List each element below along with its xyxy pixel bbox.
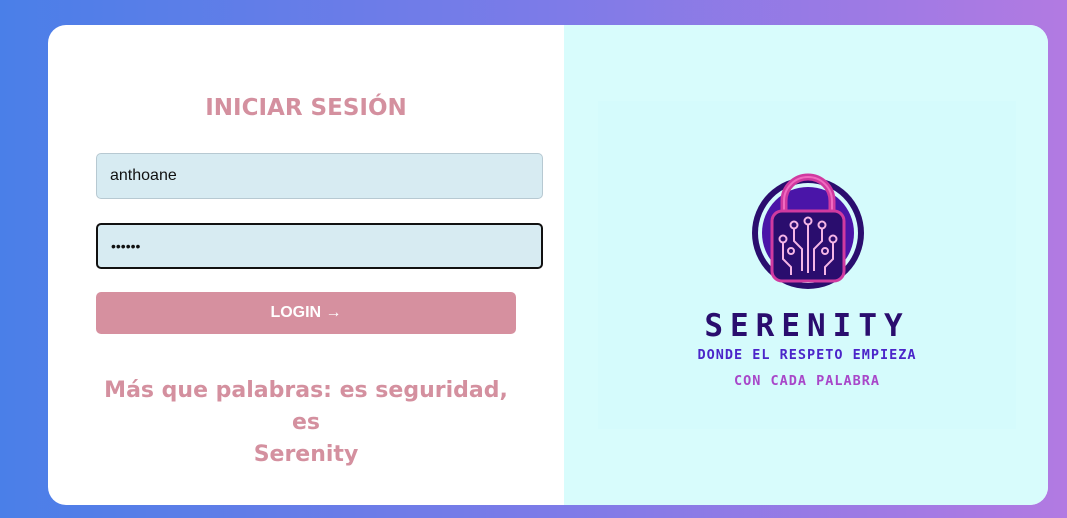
page-title: INICIAR SESIÓN	[205, 95, 407, 121]
login-card: INICIAR SESIÓN LOGIN → Más que palabras:…	[48, 25, 1048, 505]
tagline-line-1: Más que palabras: es seguridad, es	[104, 378, 508, 435]
login-button[interactable]: LOGIN →	[96, 292, 516, 334]
password-input[interactable]	[96, 223, 543, 269]
brand-logo: SERENITY DONDE EL RESPETO EMPIEZA CON CA…	[598, 101, 1016, 429]
username-input[interactable]	[96, 153, 543, 199]
brand-panel: SERENITY DONDE EL RESPETO EMPIEZA CON CA…	[564, 25, 1048, 505]
tagline: Más que palabras: es seguridad, es Seren…	[96, 375, 516, 471]
brand-name: SERENITY	[704, 308, 910, 344]
tagline-line-2: Serenity	[253, 442, 359, 467]
brand-slogan-line-2: CON CADA PALABRA	[733, 373, 881, 389]
login-panel: INICIAR SESIÓN LOGIN → Más que palabras:…	[48, 25, 564, 505]
brand-slogan-line-1: DONDE EL RESPETO EMPIEZA	[697, 347, 917, 363]
